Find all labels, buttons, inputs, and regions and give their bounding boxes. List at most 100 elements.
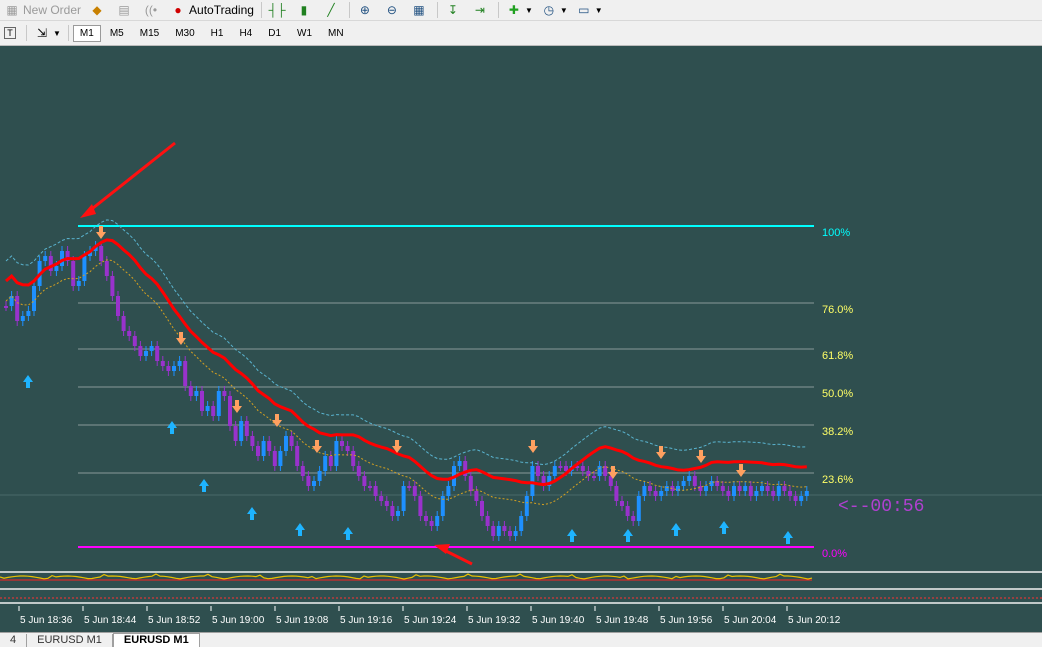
candle-body <box>340 441 344 446</box>
timeframe-m1-button[interactable]: M1 <box>72 24 101 42</box>
zoom-in-button[interactable]: ⊕ <box>353 1 380 19</box>
sell-signal-arrow-icon <box>656 446 666 459</box>
time-tick-label: 5 Jun 18:52 <box>148 615 201 626</box>
line-chart-button[interactable]: ╱ <box>319 1 346 19</box>
candle-body <box>15 296 20 321</box>
candle-body <box>597 466 602 476</box>
candle-body <box>211 406 216 416</box>
indicator-window-separator <box>0 602 1042 604</box>
buy-signal-arrow-icon <box>247 507 257 520</box>
indicators-button[interactable]: ✚ ▼ <box>502 1 537 19</box>
timeframe-h1-button[interactable]: H1 <box>204 25 231 42</box>
timeframe-m5-button[interactable]: M5 <box>103 25 131 42</box>
buy-signal-arrow-icon <box>671 523 681 536</box>
candle-body <box>228 396 232 426</box>
timeframe-h4-button[interactable]: H4 <box>232 25 259 42</box>
candle-body <box>580 466 585 471</box>
chart-tab[interactable]: EURUSD M1 <box>112 633 200 647</box>
sell-signal-arrow-icon <box>232 400 242 413</box>
candle-body <box>485 516 490 526</box>
candle-body <box>737 486 742 491</box>
candle-body <box>384 501 389 506</box>
candlestick-icon: ▮ <box>300 3 308 17</box>
timeframe-m30-button[interactable]: M30 <box>168 25 201 42</box>
candle-body <box>233 426 238 441</box>
fib-level-label: 38.2% <box>822 426 853 438</box>
candle-body <box>300 466 305 476</box>
sell-signal-arrow-icon <box>696 450 706 463</box>
candle-body <box>351 451 356 466</box>
candle-body <box>519 516 524 531</box>
candle-body <box>250 436 255 446</box>
ma-main-line <box>5 238 807 487</box>
candle-body <box>687 476 692 481</box>
fib-level-label: 23.6% <box>822 474 853 486</box>
candle-body <box>205 406 210 411</box>
time-axis: 5 Jun 18:36 5 Jun 18:44 5 Jun 18:52 5 Jun 1… <box>0 606 1042 632</box>
indicator-window-separator <box>0 588 1042 590</box>
chart-shift-button[interactable]: ⇥ <box>468 1 495 19</box>
candle-body <box>373 486 378 496</box>
candle-body <box>793 496 798 501</box>
signals-button[interactable]: ((• <box>139 1 166 19</box>
bar-chart-button[interactable]: ┤├ <box>265 1 292 19</box>
candle-body <box>183 361 188 386</box>
time-tick-label: 5 Jun 19:16 <box>340 615 393 626</box>
fib-level-label: 0.0% <box>822 548 847 560</box>
market-watch-button[interactable]: ◆ <box>85 1 112 19</box>
templates-button[interactable]: ▭ ▼ <box>572 1 607 19</box>
time-tick-label: 5 Jun 19:56 <box>660 615 713 626</box>
dropdown-arrow-icon: ▼ <box>53 28 61 38</box>
buy-signal-arrow-icon <box>343 527 353 540</box>
timeframe-toolbar: T ⇲ ▼ M1 M5 M15 M30 H1 H4 D1 W1 MN <box>0 21 1042 46</box>
market-watch-icon: ◆ <box>92 3 102 17</box>
candle-body <box>362 476 367 486</box>
auto-trading-button[interactable]: ● AutoTrading <box>166 1 258 19</box>
candle-body <box>328 456 333 466</box>
annotation-arrow-line <box>443 548 473 566</box>
chart-shift-icon: ⇥ <box>474 3 485 17</box>
candle-body <box>26 311 31 316</box>
candle-body <box>177 361 182 366</box>
auto-scroll-button[interactable]: ↧ <box>441 1 468 19</box>
navigator-button[interactable]: ▤ <box>112 1 139 19</box>
buy-signal-arrow-icon <box>783 531 793 544</box>
candle-body <box>138 346 143 356</box>
zoom-out-button[interactable]: ⊖ <box>380 1 407 19</box>
main-toolbar: ▦ New Order ◆ ▤ ((• ● AutoTrading ┤├ ▮ ╱… <box>0 0 1042 21</box>
candle-body <box>284 436 288 451</box>
candle-body <box>748 486 753 496</box>
fib-level-label: 61.8% <box>822 350 853 362</box>
candle-body <box>502 526 507 531</box>
text-tool-button[interactable]: T <box>0 24 23 42</box>
candle-body <box>116 296 120 316</box>
candle-body <box>457 461 462 466</box>
candle-body <box>334 441 339 466</box>
tile-windows-button[interactable]: ▦ <box>407 1 434 19</box>
candle-body <box>239 421 244 441</box>
toolbar-separator <box>436 2 438 18</box>
candle-body <box>446 486 451 496</box>
candlestick-button[interactable]: ▮ <box>292 1 319 19</box>
candle-body <box>261 441 266 456</box>
arrows-tool-button[interactable]: ⇲ ▼ <box>30 24 65 42</box>
timeframe-mn-button[interactable]: MN <box>321 25 351 42</box>
timeframe-m15-button[interactable]: M15 <box>133 25 166 42</box>
new-order-label: New Order <box>23 3 82 17</box>
price-chart[interactable]: 100% 76.0% 61.8% 50.0% 38.2% 23.6% 0.0% <--00:5… <box>0 46 1042 606</box>
candle-body <box>289 436 294 446</box>
sell-signal-arrow-icon <box>96 226 106 239</box>
timeframe-w1-button[interactable]: W1 <box>290 25 319 42</box>
timeframe-list: M1 M5 M15 M30 H1 H4 D1 W1 MN <box>72 24 352 42</box>
time-tick-label: 5 Jun 20:04 <box>724 615 777 626</box>
toolbar-separator <box>26 25 27 41</box>
candle-body <box>104 261 109 276</box>
timeframe-d1-button[interactable]: D1 <box>261 25 288 42</box>
time-tick-label: 5 Jun 19:24 <box>404 615 457 626</box>
new-order-button[interactable]: ▦ New Order <box>0 1 85 19</box>
chart-tab[interactable]: 4 <box>0 634 28 647</box>
periods-button[interactable]: ◷ ▼ <box>537 1 572 19</box>
chart-tab[interactable]: EURUSD M1 <box>27 634 113 647</box>
fib-level-label: 50.0% <box>822 388 853 400</box>
candle-body <box>188 386 193 396</box>
